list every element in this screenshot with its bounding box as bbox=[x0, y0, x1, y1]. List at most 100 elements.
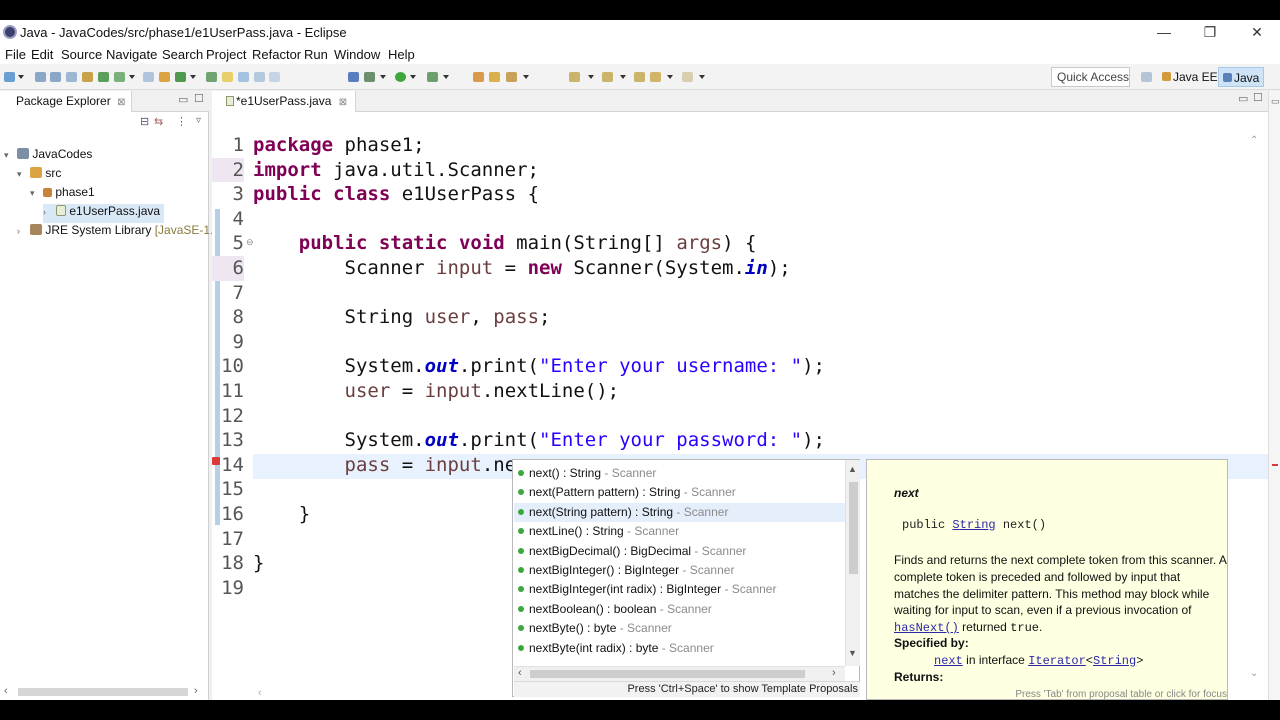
skip-breakpoints-icon[interactable] bbox=[348, 72, 359, 82]
view-menu-icon[interactable]: ⋮ bbox=[176, 115, 187, 128]
previous-annotation-icon[interactable] bbox=[602, 72, 613, 82]
tree-item-javacodes[interactable]: ▾ JavaCodes bbox=[4, 147, 92, 166]
open-folder-icon[interactable] bbox=[489, 72, 500, 82]
scroll-left-icon[interactable]: ‹ bbox=[258, 687, 262, 699]
chevron-down-icon[interactable] bbox=[380, 75, 386, 79]
scroll-right-icon[interactable]: › bbox=[832, 667, 836, 679]
chevron-right-icon[interactable]: › bbox=[17, 226, 27, 236]
menu-refactor[interactable]: Refactor bbox=[252, 47, 301, 62]
chevron-down-icon[interactable] bbox=[18, 75, 24, 79]
close-icon[interactable]: ⊠ bbox=[339, 97, 347, 108]
save-all-icon[interactable] bbox=[50, 72, 61, 82]
perspective-java[interactable]: Java bbox=[1218, 67, 1265, 87]
scrollbar-thumb[interactable] bbox=[18, 688, 188, 696]
menu-source[interactable]: Source bbox=[61, 47, 102, 62]
chevron-down-icon[interactable] bbox=[588, 75, 594, 79]
menu-search[interactable]: Search bbox=[162, 47, 203, 62]
last-edit-icon[interactable] bbox=[634, 72, 645, 82]
scroll-up-icon[interactable]: ▲ bbox=[848, 464, 857, 474]
proposal-item[interactable]: nextLine() : String - Scanner bbox=[514, 522, 845, 541]
toggle-mark-icon[interactable] bbox=[222, 72, 233, 82]
proposal-item[interactable]: nextBigInteger() : BigInteger - Scanner bbox=[514, 561, 845, 580]
block-select-icon[interactable] bbox=[254, 72, 265, 82]
whitespace-icon[interactable] bbox=[269, 72, 280, 82]
proposal-hscroll[interactable]: ‹ › bbox=[514, 666, 845, 681]
scroll-up-icon[interactable]: ⌃ bbox=[1250, 135, 1258, 146]
chevron-down-icon[interactable]: ▿ bbox=[196, 115, 201, 126]
proposal-vscroll[interactable]: ▲ ▼ bbox=[845, 460, 860, 666]
menu-window[interactable]: Window bbox=[334, 47, 380, 62]
search-icon[interactable] bbox=[238, 72, 249, 82]
error-overview-marker[interactable] bbox=[1272, 464, 1278, 466]
database-icon[interactable] bbox=[98, 72, 109, 82]
menu-help[interactable]: Help bbox=[388, 47, 415, 62]
task-icon[interactable] bbox=[114, 72, 125, 82]
scrollbar-thumb[interactable] bbox=[849, 482, 858, 574]
package-explorer-hscroll[interactable]: ‹ › bbox=[4, 685, 204, 699]
scroll-left-icon[interactable]: ‹ bbox=[518, 667, 522, 679]
doc-string-link[interactable]: String bbox=[952, 518, 995, 532]
proposal-item[interactable]: next(String pattern) : String - Scanner bbox=[514, 502, 845, 523]
debug-icon[interactable] bbox=[364, 72, 375, 82]
menu-navigate[interactable]: Navigate bbox=[106, 47, 157, 62]
error-marker-icon[interactable] bbox=[212, 457, 220, 465]
save-icon[interactable] bbox=[35, 72, 46, 82]
tree-item-jre-library[interactable]: › JRE System Library [JavaSE-1.8] bbox=[17, 223, 223, 242]
maximize-view-icon[interactable]: ☐ bbox=[194, 92, 204, 105]
minimize-button[interactable]: — bbox=[1141, 20, 1187, 44]
next-annotation-icon[interactable] bbox=[569, 72, 580, 82]
scroll-down-icon[interactable]: ▼ bbox=[848, 648, 857, 658]
chevron-down-icon[interactable] bbox=[523, 75, 529, 79]
chevron-down-icon[interactable] bbox=[410, 75, 416, 79]
proposal-item[interactable]: nextBoolean() : boolean - Scanner bbox=[514, 600, 845, 619]
overview-ruler[interactable]: ▭ bbox=[1268, 91, 1280, 700]
close-icon[interactable]: ⊠ bbox=[117, 97, 125, 108]
brush-icon[interactable] bbox=[506, 72, 517, 82]
menu-project[interactable]: Project bbox=[206, 47, 246, 62]
new-class-icon[interactable] bbox=[175, 72, 186, 82]
tab-package-explorer[interactable]: Package Explorer ⊠ bbox=[0, 91, 133, 112]
chevron-down-icon[interactable] bbox=[443, 75, 449, 79]
chevron-down-icon[interactable]: ▾ bbox=[17, 169, 27, 180]
external-tools-icon[interactable] bbox=[473, 72, 484, 82]
menu-edit[interactable]: Edit bbox=[31, 47, 53, 62]
open-task-icon[interactable] bbox=[206, 72, 217, 82]
proposal-item[interactable]: next() : String - Scanner bbox=[514, 464, 845, 483]
coverage-icon[interactable] bbox=[427, 72, 438, 82]
tree-item-e1userpass[interactable]: › e1UserPass.java bbox=[43, 204, 165, 223]
scroll-left-icon[interactable]: ‹ bbox=[4, 685, 8, 697]
doc-string-link[interactable]: String bbox=[1093, 654, 1136, 668]
tree-item-src[interactable]: ▾ src bbox=[17, 166, 61, 185]
minimize-view-icon[interactable]: ▭ bbox=[1238, 92, 1248, 105]
new-icon[interactable] bbox=[4, 72, 15, 82]
print-icon[interactable] bbox=[66, 72, 77, 82]
tree-item-phase1[interactable]: ▾ phase1 bbox=[30, 185, 95, 204]
chevron-down-icon[interactable] bbox=[667, 75, 673, 79]
minimize-icon[interactable]: ▭ bbox=[1271, 96, 1280, 107]
new-package-icon[interactable] bbox=[159, 72, 170, 82]
proposal-item[interactable]: nextBigInteger(int radix) : BigInteger -… bbox=[514, 580, 845, 599]
run-icon[interactable] bbox=[395, 72, 406, 82]
doc-hasnext-link[interactable]: hasNext() bbox=[894, 621, 959, 635]
close-button[interactable]: ✕ bbox=[1234, 20, 1280, 44]
menu-run[interactable]: Run bbox=[304, 47, 328, 62]
proposal-item[interactable]: next(Pattern pattern) : String - Scanner bbox=[514, 483, 845, 502]
tab-e1userpass-java[interactable]: *e1UserPass.java ⊠ bbox=[212, 91, 357, 112]
proposal-item[interactable]: nextByte(int radix) : byte - Scanner bbox=[514, 639, 845, 658]
doc-next-link[interactable]: next bbox=[934, 654, 963, 668]
back-icon[interactable] bbox=[650, 72, 661, 82]
maximize-view-icon[interactable]: ☐ bbox=[1253, 91, 1263, 104]
doc-iterator-link[interactable]: Iterator bbox=[1028, 654, 1086, 668]
chevron-down-icon[interactable] bbox=[129, 75, 135, 79]
open-perspective-icon[interactable] bbox=[1141, 72, 1152, 82]
quick-access-input[interactable]: Quick Access bbox=[1051, 67, 1130, 87]
scroll-right-icon[interactable]: › bbox=[194, 685, 198, 697]
chevron-right-icon[interactable]: › bbox=[43, 207, 53, 217]
chevron-down-icon[interactable]: ▾ bbox=[30, 188, 40, 199]
chevron-down-icon[interactable] bbox=[620, 75, 626, 79]
scroll-down-icon[interactable]: ⌄ bbox=[1250, 668, 1258, 679]
open-type-icon[interactable] bbox=[143, 72, 154, 82]
perspective-java-ee[interactable]: Java EE bbox=[1158, 67, 1222, 87]
server-icon[interactable] bbox=[82, 72, 93, 82]
proposal-item[interactable]: nextBigDecimal() : BigDecimal - Scanner bbox=[514, 542, 845, 561]
